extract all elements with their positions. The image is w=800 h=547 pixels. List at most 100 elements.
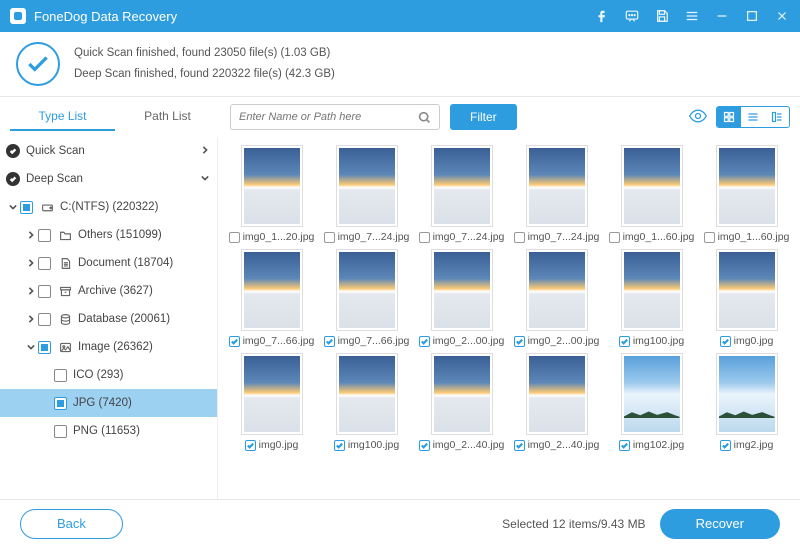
tree-label: Others (151099) [78, 229, 162, 241]
file-checkbox[interactable] [419, 440, 430, 451]
file-cell[interactable]: img0_2...40.jpg [416, 353, 507, 451]
file-name: img0_1...60.jpg [718, 231, 790, 243]
file-name: img0_7...66.jpg [338, 335, 410, 347]
view-list-button[interactable] [741, 107, 765, 127]
tree-archive[interactable]: Archive (3627) [0, 277, 217, 305]
tree-others[interactable]: Others (151099) [0, 221, 217, 249]
minimize-icon[interactable] [714, 8, 730, 24]
file-checkbox[interactable] [514, 232, 525, 243]
file-thumbnail[interactable] [431, 249, 493, 331]
file-checkbox[interactable] [419, 336, 430, 347]
feedback-icon[interactable] [624, 8, 640, 24]
file-cell[interactable]: img0_2...00.jpg [416, 249, 507, 347]
file-checkbox[interactable] [229, 336, 240, 347]
tree-png[interactable]: PNG (11653) [0, 417, 217, 445]
save-icon[interactable] [654, 8, 670, 24]
tree-label: Document (18704) [78, 257, 173, 269]
file-name: img2.jpg [734, 439, 774, 451]
filter-button[interactable]: Filter [450, 104, 517, 130]
file-checkbox[interactable] [229, 232, 240, 243]
facebook-icon[interactable] [594, 8, 610, 24]
file-thumbnail[interactable] [241, 145, 303, 227]
file-cell[interactable]: img0_2...00.jpg [511, 249, 602, 347]
file-checkbox[interactable] [419, 232, 430, 243]
tree-database[interactable]: Database (20061) [0, 305, 217, 333]
checkbox[interactable] [54, 425, 67, 438]
tree-drive[interactable]: C:(NTFS) (220322) [0, 193, 217, 221]
file-thumbnail[interactable] [716, 353, 778, 435]
checkbox[interactable] [38, 285, 51, 298]
view-detail-button[interactable] [765, 107, 789, 127]
file-thumbnail[interactable] [526, 353, 588, 435]
chevron-right-icon [24, 315, 38, 323]
file-checkbox[interactable] [514, 440, 525, 451]
file-cell[interactable]: img0_7...24.jpg [416, 145, 507, 243]
search-input[interactable] [239, 111, 418, 123]
file-checkbox[interactable] [704, 232, 715, 243]
file-checkbox[interactable] [514, 336, 525, 347]
checkbox[interactable] [38, 257, 51, 270]
checkbox[interactable] [54, 397, 67, 410]
file-thumbnail[interactable] [336, 353, 398, 435]
file-cell[interactable]: img0_7...66.jpg [226, 249, 317, 347]
tab-path-list[interactable]: Path List [115, 103, 220, 131]
file-thumbnail[interactable] [241, 353, 303, 435]
menu-icon[interactable] [684, 8, 700, 24]
app-title: FoneDog Data Recovery [34, 9, 594, 24]
file-thumbnail[interactable] [526, 249, 588, 331]
file-thumbnail[interactable] [336, 145, 398, 227]
image-icon [57, 341, 73, 354]
tree-jpg[interactable]: JPG (7420) [0, 389, 217, 417]
file-cell[interactable]: img102.jpg [606, 353, 697, 451]
file-cell[interactable]: img0_7...24.jpg [511, 145, 602, 243]
file-thumbnail[interactable] [621, 145, 683, 227]
file-checkbox[interactable] [619, 336, 630, 347]
checkbox[interactable] [38, 313, 51, 326]
file-cell[interactable]: img0_1...60.jpg [606, 145, 697, 243]
file-checkbox[interactable] [334, 440, 345, 451]
file-cell[interactable]: img0_7...66.jpg [321, 249, 412, 347]
file-thumbnail[interactable] [716, 249, 778, 331]
file-thumbnail[interactable] [336, 249, 398, 331]
chevron-right-icon [24, 287, 38, 295]
file-cell[interactable]: img0.jpg [226, 353, 317, 451]
file-checkbox[interactable] [324, 232, 335, 243]
file-checkbox[interactable] [619, 440, 630, 451]
checkbox[interactable] [38, 341, 51, 354]
file-checkbox[interactable] [609, 232, 620, 243]
file-thumbnail[interactable] [526, 145, 588, 227]
file-cell[interactable]: img100.jpg [321, 353, 412, 451]
file-thumbnail[interactable] [621, 353, 683, 435]
file-thumbnail[interactable] [716, 145, 778, 227]
file-thumbnail[interactable] [241, 249, 303, 331]
tree-deep-scan[interactable]: Deep Scan [0, 165, 217, 193]
file-cell[interactable]: img0_7...24.jpg [321, 145, 412, 243]
file-checkbox[interactable] [720, 336, 731, 347]
file-checkbox[interactable] [245, 440, 256, 451]
checkbox[interactable] [54, 369, 67, 382]
file-thumbnail[interactable] [431, 353, 493, 435]
search-icon [418, 111, 431, 124]
checkbox[interactable] [20, 201, 33, 214]
tree-quick-scan[interactable]: Quick Scan [0, 137, 217, 165]
file-cell[interactable]: img0_2...40.jpg [511, 353, 602, 451]
tree-image[interactable]: Image (26362) [0, 333, 217, 361]
file-cell[interactable]: img0_1...20.jpg [226, 145, 317, 243]
tree-ico[interactable]: ICO (293) [0, 361, 217, 389]
file-cell[interactable]: img100.jpg [606, 249, 697, 347]
file-checkbox[interactable] [720, 440, 731, 451]
tree-label: Database (20061) [78, 313, 170, 325]
file-cell[interactable]: img2.jpg [701, 353, 792, 451]
maximize-icon[interactable] [744, 8, 760, 24]
preview-toggle[interactable] [688, 106, 708, 129]
file-thumbnail[interactable] [431, 145, 493, 227]
file-thumbnail[interactable] [621, 249, 683, 331]
checkbox[interactable] [38, 229, 51, 242]
file-cell[interactable]: img0.jpg [701, 249, 792, 347]
view-grid-button[interactable] [717, 107, 741, 127]
file-checkbox[interactable] [324, 336, 335, 347]
tab-type-list[interactable]: Type List [10, 103, 115, 131]
tree-document[interactable]: Document (18704) [0, 249, 217, 277]
close-icon[interactable] [774, 8, 790, 24]
file-cell[interactable]: img0_1...60.jpg [701, 145, 792, 243]
